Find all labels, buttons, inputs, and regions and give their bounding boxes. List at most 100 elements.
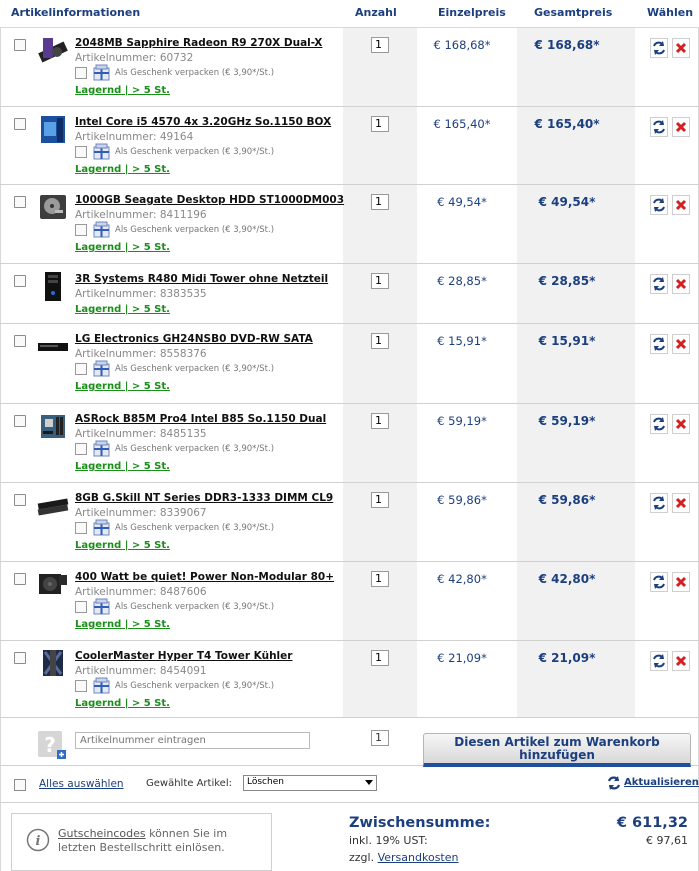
product-name-link[interactable]: CoolerMaster Hyper T4 Tower Kühler [75, 650, 292, 662]
quantity-input[interactable]: 1 [371, 194, 389, 210]
article-number: Artikelnummer: 49164 [75, 131, 194, 143]
update-item-icon[interactable] [650, 414, 668, 434]
update-item-icon[interactable] [650, 274, 668, 294]
stock-status-link[interactable]: Lagernd | > 5 St. [75, 304, 170, 315]
stock-status-link[interactable]: Lagernd | > 5 St. [75, 698, 170, 709]
gift-wrap-checkbox[interactable] [75, 522, 87, 534]
row-select-checkbox[interactable] [14, 652, 26, 664]
refresh-icon[interactable] [607, 775, 621, 791]
row-select-checkbox[interactable] [14, 335, 26, 347]
mainboard-icon[interactable] [37, 411, 69, 441]
refresh-link[interactable]: Aktualisieren [624, 777, 699, 788]
row-select-checkbox[interactable] [14, 415, 26, 427]
gift-icon [93, 143, 110, 160]
quantity-input[interactable]: 1 [371, 492, 389, 508]
gift-icon [93, 440, 110, 457]
quantity-input[interactable]: 1 [371, 571, 389, 587]
product-name-link[interactable]: 400 Watt be quiet! Power Non-Modular 80+ [75, 571, 334, 583]
update-item-icon[interactable] [650, 572, 668, 592]
stock-status-link[interactable]: Lagernd | > 5 St. [75, 85, 170, 96]
gift-icon [93, 64, 110, 81]
row-select-checkbox[interactable] [14, 275, 26, 287]
row-select-checkbox[interactable] [14, 118, 26, 130]
gift-wrap-checkbox[interactable] [75, 146, 87, 158]
stock-status-link[interactable]: Lagernd | > 5 St. [75, 540, 170, 551]
stock-status-link[interactable]: Lagernd | > 5 St. [75, 461, 170, 472]
column-header-select: Wählen [647, 6, 694, 19]
psu-icon[interactable] [37, 569, 69, 599]
product-name-link[interactable]: 2048MB Sapphire Radeon R9 270X Dual-X [75, 37, 322, 49]
update-item-icon[interactable] [650, 651, 668, 671]
delete-item-icon[interactable] [672, 414, 690, 434]
add-row-qty-input[interactable]: 1 [371, 730, 389, 746]
shipping-costs-link[interactable]: Versandkosten [378, 851, 459, 864]
delete-item-icon[interactable] [672, 334, 690, 354]
bulk-action-select[interactable]: Löschen [243, 775, 377, 791]
quantity-input[interactable]: 1 [371, 650, 389, 666]
graphics-card-icon[interactable] [37, 35, 69, 65]
row-select-checkbox[interactable] [14, 494, 26, 506]
gift-icon [93, 519, 110, 536]
gift-wrap-checkbox[interactable] [75, 601, 87, 613]
delete-item-icon[interactable] [672, 195, 690, 215]
update-item-icon[interactable] [650, 195, 668, 215]
row-select-checkbox[interactable] [14, 573, 26, 585]
coupon-link[interactable]: Gutscheincodes [58, 827, 146, 840]
gift-wrap-label: Als Geschenk verpacken (€ 3,90*/St.) [115, 444, 275, 454]
product-name-link[interactable]: 8GB G.Skill NT Series DDR3-1333 DIMM CL9 [75, 492, 333, 504]
delete-item-icon[interactable] [672, 38, 690, 58]
quantity-input[interactable]: 1 [371, 116, 389, 132]
total-price: € 168,68* [534, 38, 600, 52]
row-select-checkbox[interactable] [14, 39, 26, 51]
article-number: Artikelnummer: 8411196 [75, 209, 207, 221]
update-item-icon[interactable] [650, 493, 668, 513]
product-name-link[interactable]: Intel Core i5 4570 4x 3.20GHz So.1150 BO… [75, 116, 331, 128]
delete-item-icon[interactable] [672, 651, 690, 671]
article-number: Artikelnummer: 8487606 [75, 586, 207, 598]
product-name-link[interactable]: 3R Systems R480 Midi Tower ohne Netzteil [75, 273, 328, 285]
stock-status-link[interactable]: Lagernd | > 5 St. [75, 381, 170, 392]
product-name-link[interactable]: LG Electronics GH24NSB0 DVD-RW SATA [75, 333, 313, 345]
select-all-checkbox[interactable] [14, 779, 26, 791]
stock-status-link[interactable]: Lagernd | > 5 St. [75, 619, 170, 630]
hdd-icon[interactable] [37, 192, 69, 222]
product-name-link[interactable]: ASRock B85M Pro4 Intel B85 So.1150 Dual [75, 413, 326, 425]
total-price: € 59,19* [538, 414, 596, 428]
quantity-input[interactable]: 1 [371, 37, 389, 53]
article-number: Artikelnummer: 8558376 [75, 348, 207, 360]
delete-item-icon[interactable] [672, 493, 690, 513]
total-price: € 28,85* [538, 274, 596, 288]
product-name-link[interactable]: 1000GB Seagate Desktop HDD ST1000DM003 [75, 194, 344, 206]
delete-item-icon[interactable] [672, 572, 690, 592]
gift-wrap-checkbox[interactable] [75, 443, 87, 455]
gift-wrap-label: Als Geschenk verpacken (€ 3,90*/St.) [115, 68, 275, 78]
row-select-checkbox[interactable] [14, 196, 26, 208]
update-item-icon[interactable] [650, 334, 668, 354]
gift-wrap-checkbox[interactable] [75, 680, 87, 692]
update-item-icon[interactable] [650, 38, 668, 58]
gift-wrap-checkbox[interactable] [75, 67, 87, 79]
cart-row: ASRock B85M Pro4 Intel B85 So.1150 Dual A… [0, 404, 699, 483]
article-number-input[interactable] [75, 732, 310, 749]
gift-wrap-checkbox[interactable] [75, 363, 87, 375]
unit-price: € 21,09* [437, 651, 487, 665]
cpu-box-icon[interactable] [37, 114, 69, 144]
select-all-link[interactable]: Alles auswählen [39, 778, 124, 790]
total-price: € 165,40* [534, 117, 600, 131]
quantity-input[interactable]: 1 [371, 273, 389, 289]
gift-wrap-label: Als Geschenk verpacken (€ 3,90*/St.) [115, 147, 275, 157]
quantity-input[interactable]: 1 [371, 333, 389, 349]
stock-status-link[interactable]: Lagernd | > 5 St. [75, 242, 170, 253]
dvd-drive-icon[interactable] [37, 331, 69, 361]
gift-wrap-checkbox[interactable] [75, 224, 87, 236]
update-item-icon[interactable] [650, 117, 668, 137]
delete-item-icon[interactable] [672, 117, 690, 137]
delete-item-icon[interactable] [672, 274, 690, 294]
tower-case-icon[interactable] [37, 271, 69, 301]
cpu-cooler-icon[interactable] [37, 648, 69, 678]
stock-status-link[interactable]: Lagernd | > 5 St. [75, 164, 170, 175]
cart-table-header: Artikelinformationen Anzahl Einzelpreis … [0, 0, 699, 28]
ram-icon[interactable] [37, 490, 69, 520]
add-to-cart-button[interactable]: Diesen Artikel zum Warenkorb hinzufügen [423, 733, 691, 767]
quantity-input[interactable]: 1 [371, 413, 389, 429]
